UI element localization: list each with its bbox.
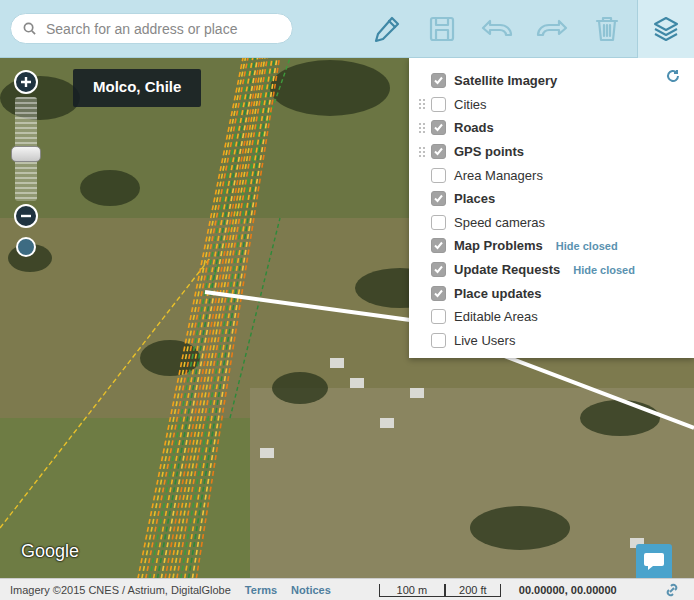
layer-row: Editable Areas xyxy=(409,305,694,329)
check-icon xyxy=(433,146,444,157)
top-toolbar xyxy=(0,0,694,58)
undo-icon xyxy=(479,14,515,44)
map-editor: Molco, Chile Satellite Imagery Cities Roads… xyxy=(0,0,694,600)
layer-label[interactable]: Update Requests xyxy=(454,262,560,277)
search-input[interactable] xyxy=(44,20,280,38)
layers-icon xyxy=(651,14,681,44)
check-icon xyxy=(433,288,444,299)
scale-metric: 100 m xyxy=(379,584,445,597)
layer-checkbox[interactable] xyxy=(431,309,446,324)
save-button[interactable] xyxy=(424,11,460,47)
check-icon xyxy=(433,75,444,86)
search-box xyxy=(10,13,293,44)
layer-row: Map Problems Hide closed xyxy=(409,234,694,258)
refresh-icon xyxy=(666,69,680,83)
drag-handle-icon[interactable] xyxy=(419,123,431,133)
pencil-button[interactable] xyxy=(369,11,405,47)
layer-row: Place updates xyxy=(409,281,694,305)
zoom-slider[interactable] xyxy=(15,97,37,201)
chat-icon xyxy=(643,551,665,571)
undo-button[interactable] xyxy=(479,11,515,47)
zoom-control xyxy=(14,70,38,257)
zoom-in-button[interactable] xyxy=(14,70,38,94)
check-icon xyxy=(433,240,444,251)
layer-label[interactable]: Place updates xyxy=(454,286,541,301)
scale-imperial: 200 ft xyxy=(445,584,501,597)
link-icon xyxy=(664,583,680,597)
trash-button[interactable] xyxy=(589,11,625,47)
redo-icon xyxy=(534,14,570,44)
layer-row: Speed cameras xyxy=(409,211,694,235)
layer-checkbox[interactable] xyxy=(431,286,446,301)
layer-checkbox[interactable] xyxy=(431,73,446,88)
drag-handle-icon[interactable] xyxy=(419,99,431,109)
scale-bar: 100 m200 ft xyxy=(379,583,501,597)
search-icon xyxy=(23,22,36,35)
layer-checkbox[interactable] xyxy=(431,238,446,253)
pencil-icon xyxy=(372,14,402,44)
map-area: Molco, Chile Satellite Imagery Cities Roads… xyxy=(0,58,694,578)
check-icon xyxy=(433,122,444,133)
layer-label[interactable]: Live Users xyxy=(454,333,515,348)
minus-icon xyxy=(20,210,32,222)
zoom-out-button[interactable] xyxy=(14,204,38,228)
layer-label[interactable]: Cities xyxy=(454,97,487,112)
layer-row: Cities xyxy=(409,93,694,117)
hide-closed-link[interactable]: Hide closed xyxy=(573,264,635,276)
layer-label[interactable]: Places xyxy=(454,191,495,206)
layer-label[interactable]: Roads xyxy=(454,120,494,135)
layer-row: Live Users xyxy=(409,329,694,353)
check-icon xyxy=(433,264,444,275)
layer-checkbox[interactable] xyxy=(431,333,446,348)
plus-icon xyxy=(20,76,32,88)
layer-label[interactable]: Map Problems xyxy=(454,238,543,253)
imagery-credit: Imagery ©2015 CNES / Astrium, DigitalGlo… xyxy=(10,584,231,596)
layer-label[interactable]: Satellite Imagery xyxy=(454,73,557,88)
layer-label[interactable]: GPS points xyxy=(454,144,524,159)
save-icon xyxy=(427,14,457,44)
layer-row: Places xyxy=(409,187,694,211)
layer-checkbox[interactable] xyxy=(431,191,446,206)
google-logo: Google xyxy=(21,541,79,562)
redo-button[interactable] xyxy=(534,11,570,47)
layer-label[interactable]: Area Managers xyxy=(454,168,543,183)
coordinates: 00.00000, 00.00000 xyxy=(519,584,617,596)
layer-row: Roads xyxy=(409,116,694,140)
layer-checkbox[interactable] xyxy=(431,262,446,277)
status-bar: Imagery ©2015 CNES / Astrium, DigitalGlo… xyxy=(0,578,694,600)
layer-checkbox[interactable] xyxy=(431,168,446,183)
chat-button[interactable] xyxy=(636,544,672,578)
layer-row: Satellite Imagery xyxy=(409,69,694,93)
location-label: Molco, Chile xyxy=(73,69,201,107)
layer-row: Update Requests Hide closed xyxy=(409,258,694,282)
layers-button[interactable] xyxy=(637,0,694,58)
layer-row: GPS points xyxy=(409,140,694,164)
layer-checkbox[interactable] xyxy=(431,120,446,135)
refresh-button[interactable] xyxy=(664,68,682,86)
layer-label[interactable]: Editable Areas xyxy=(454,309,538,324)
layer-checkbox[interactable] xyxy=(431,97,446,112)
zoom-knob[interactable] xyxy=(11,146,41,162)
trash-icon xyxy=(592,14,622,44)
layer-label[interactable]: Speed cameras xyxy=(454,215,545,230)
permalink-button[interactable] xyxy=(664,583,680,597)
edit-tools xyxy=(369,11,625,47)
layers-panel: Satellite Imagery Cities Roads GPS points Ar… xyxy=(409,58,694,358)
layer-row: Area Managers xyxy=(409,163,694,187)
layer-checkbox[interactable] xyxy=(431,144,446,159)
drag-handle-icon[interactable] xyxy=(419,147,431,157)
locate-button[interactable] xyxy=(16,237,36,257)
hide-closed-link[interactable]: Hide closed xyxy=(556,240,618,252)
layer-checkbox[interactable] xyxy=(431,215,446,230)
footer-link[interactable]: Notices xyxy=(291,584,331,596)
footer-link[interactable]: Terms xyxy=(245,584,277,596)
check-icon xyxy=(433,193,444,204)
